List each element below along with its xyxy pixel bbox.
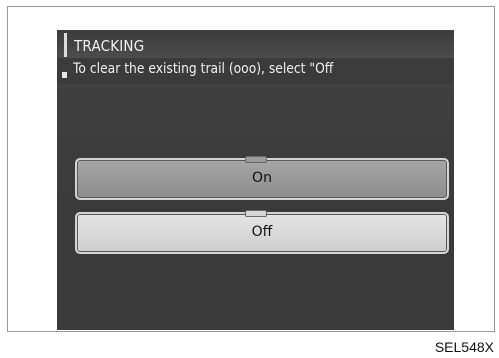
off-button-label: Off: [251, 224, 273, 240]
navigation-screen: TRACKING To clear the existing trail (oo…: [57, 30, 454, 330]
on-button-label: On: [252, 170, 272, 186]
bullet-icon: [62, 72, 67, 78]
on-indicator-icon: [245, 156, 267, 163]
title-accent-bar: [64, 33, 67, 57]
instruction-message: To clear the existing trail (ooo), selec…: [57, 58, 454, 84]
title-bar: TRACKING: [57, 30, 454, 58]
figure-code: SEL548X: [434, 339, 494, 355]
off-button[interactable]: Off: [75, 210, 449, 254]
off-indicator-icon: [245, 210, 267, 217]
on-button[interactable]: On: [75, 156, 449, 200]
page-title: TRACKING: [74, 37, 145, 55]
instruction-text: To clear the existing trail (ooo), selec…: [73, 61, 334, 77]
